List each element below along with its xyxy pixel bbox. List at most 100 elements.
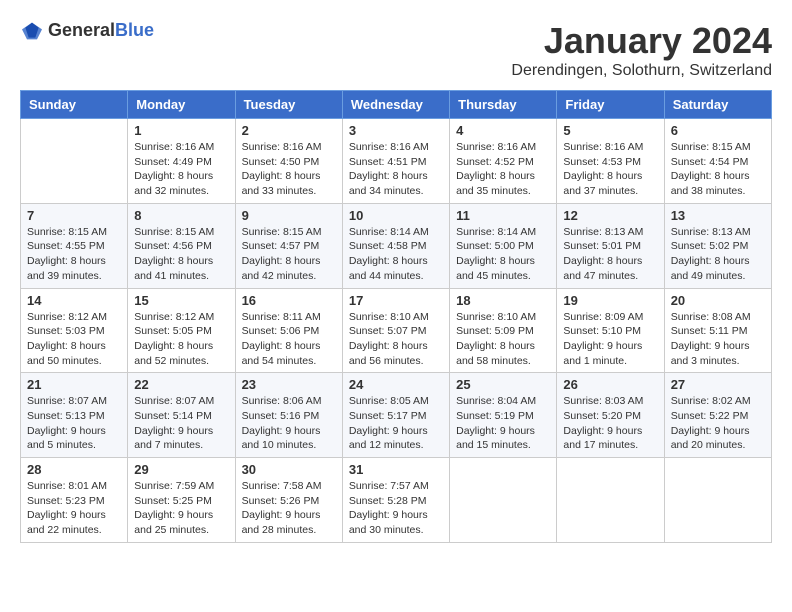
calendar-cell: 2 Sunrise: 8:16 AMSunset: 4:50 PMDaylight… (235, 119, 342, 204)
logo: GeneralBlue (20, 20, 154, 41)
day-number: 9 (242, 208, 336, 223)
day-number: 30 (242, 462, 336, 477)
calendar-cell: 15 Sunrise: 8:12 AMSunset: 5:05 PMDayligh… (128, 288, 235, 373)
calendar-cell: 30 Sunrise: 7:58 AMSunset: 5:26 PMDayligh… (235, 458, 342, 543)
cell-info: Sunrise: 8:15 AMSunset: 4:54 PMDaylight:… (671, 140, 765, 199)
calendar-cell: 19Sunrise: 8:09 AMSunset: 5:10 PMDayligh… (557, 288, 664, 373)
cell-info: Sunrise: 8:03 AMSunset: 5:20 PMDaylight:… (563, 394, 657, 453)
cell-info: Sunrise: 8:05 AMSunset: 5:17 PMDaylight:… (349, 394, 443, 453)
cell-info: Sunrise: 8:12 AMSunset: 5:05 PMDaylight:… (134, 310, 228, 369)
day-header-saturday: Saturday (664, 91, 771, 119)
day-number: 31 (349, 462, 443, 477)
cell-info: Sunrise: 8:14 AMSunset: 5:00 PMDaylight:… (456, 225, 550, 284)
day-number: 4 (456, 123, 550, 138)
cell-info: Sunrise: 7:58 AMSunset: 5:26 PMDaylight:… (242, 479, 336, 538)
day-number: 3 (349, 123, 443, 138)
cell-info: Sunrise: 8:08 AMSunset: 5:11 PMDaylight:… (671, 310, 765, 369)
calendar-cell: 23 Sunrise: 8:06 AMSunset: 5:16 PMDayligh… (235, 373, 342, 458)
calendar-cell: 26 Sunrise: 8:03 AMSunset: 5:20 PMDayligh… (557, 373, 664, 458)
calendar-cell: 6 Sunrise: 8:15 AMSunset: 4:54 PMDaylight… (664, 119, 771, 204)
calendar-cell (450, 458, 557, 543)
day-header-sunday: Sunday (21, 91, 128, 119)
calendar-cell: 17 Sunrise: 8:10 AMSunset: 5:07 PMDayligh… (342, 288, 449, 373)
day-number: 24 (349, 377, 443, 392)
cell-info: Sunrise: 8:15 AMSunset: 4:57 PMDaylight:… (242, 225, 336, 284)
calendar-cell: 7Sunrise: 8:15 AMSunset: 4:55 PMDaylight… (21, 203, 128, 288)
cell-info: Sunrise: 8:09 AMSunset: 5:10 PMDaylight:… (563, 310, 657, 369)
cell-info: Sunrise: 8:01 AMSunset: 5:23 PMDaylight:… (27, 479, 121, 538)
day-number: 16 (242, 293, 336, 308)
day-number: 23 (242, 377, 336, 392)
day-number: 2 (242, 123, 336, 138)
cell-info: Sunrise: 8:10 AMSunset: 5:07 PMDaylight:… (349, 310, 443, 369)
day-header-wednesday: Wednesday (342, 91, 449, 119)
calendar-table: SundayMondayTuesdayWednesdayThursdayFrid… (20, 90, 772, 543)
cell-info: Sunrise: 8:16 AMSunset: 4:53 PMDaylight:… (563, 140, 657, 199)
day-header-thursday: Thursday (450, 91, 557, 119)
day-header-friday: Friday (557, 91, 664, 119)
day-number: 26 (563, 377, 657, 392)
calendar-cell: 27Sunrise: 8:02 AMSunset: 5:22 PMDayligh… (664, 373, 771, 458)
calendar-cell: 8 Sunrise: 8:15 AMSunset: 4:56 PMDaylight… (128, 203, 235, 288)
calendar-cell: 14 Sunrise: 8:12 AMSunset: 5:03 PMDayligh… (21, 288, 128, 373)
calendar-cell: 10 Sunrise: 8:14 AMSunset: 4:58 PMDayligh… (342, 203, 449, 288)
calendar-cell: 20 Sunrise: 8:08 AMSunset: 5:11 PMDayligh… (664, 288, 771, 373)
cell-info: Sunrise: 8:02 AMSunset: 5:22 PMDaylight:… (671, 394, 765, 453)
cell-info: Sunrise: 8:06 AMSunset: 5:16 PMDaylight:… (242, 394, 336, 453)
day-header-tuesday: Tuesday (235, 91, 342, 119)
day-number: 18 (456, 293, 550, 308)
cell-info: Sunrise: 8:16 AMSunset: 4:50 PMDaylight:… (242, 140, 336, 199)
cell-info: Sunrise: 8:15 AMSunset: 4:56 PMDaylight:… (134, 225, 228, 284)
calendar-cell (557, 458, 664, 543)
day-number: 8 (134, 208, 228, 223)
day-number: 7 (27, 208, 121, 223)
day-number: 10 (349, 208, 443, 223)
day-number: 15 (134, 293, 228, 308)
week-row-4: 21 Sunrise: 8:07 AMSunset: 5:13 PMDayligh… (21, 373, 772, 458)
calendar-cell (664, 458, 771, 543)
calendar-cell: 18 Sunrise: 8:10 AMSunset: 5:09 PMDayligh… (450, 288, 557, 373)
logo-blue-text: Blue (115, 20, 154, 40)
day-number: 22 (134, 377, 228, 392)
cell-info: Sunrise: 8:10 AMSunset: 5:09 PMDaylight:… (456, 310, 550, 369)
header: GeneralBlue January 2024 Derendingen, So… (20, 20, 772, 80)
calendar-cell: 25Sunrise: 8:04 AMSunset: 5:19 PMDayligh… (450, 373, 557, 458)
calendar-cell: 29Sunrise: 7:59 AMSunset: 5:25 PMDayligh… (128, 458, 235, 543)
logo-general-text: General (48, 20, 115, 40)
day-number: 25 (456, 377, 550, 392)
calendar-cell: 9 Sunrise: 8:15 AMSunset: 4:57 PMDaylight… (235, 203, 342, 288)
day-number: 14 (27, 293, 121, 308)
cell-info: Sunrise: 8:14 AMSunset: 4:58 PMDaylight:… (349, 225, 443, 284)
calendar-cell: 13Sunrise: 8:13 AMSunset: 5:02 PMDayligh… (664, 203, 771, 288)
cell-info: Sunrise: 8:11 AMSunset: 5:06 PMDaylight:… (242, 310, 336, 369)
day-number: 11 (456, 208, 550, 223)
title-section: January 2024 Derendingen, Solothurn, Swi… (511, 20, 772, 80)
day-number: 29 (134, 462, 228, 477)
calendar-cell: 12Sunrise: 8:13 AMSunset: 5:01 PMDayligh… (557, 203, 664, 288)
cell-info: Sunrise: 7:57 AMSunset: 5:28 PMDaylight:… (349, 479, 443, 538)
day-number: 12 (563, 208, 657, 223)
header-row: SundayMondayTuesdayWednesdayThursdayFrid… (21, 91, 772, 119)
day-number: 6 (671, 123, 765, 138)
day-number: 28 (27, 462, 121, 477)
calendar-cell: 4Sunrise: 8:16 AMSunset: 4:52 PMDaylight… (450, 119, 557, 204)
cell-info: Sunrise: 8:07 AMSunset: 5:13 PMDaylight:… (27, 394, 121, 453)
day-number: 13 (671, 208, 765, 223)
day-number: 1 (134, 123, 228, 138)
day-number: 17 (349, 293, 443, 308)
day-number: 20 (671, 293, 765, 308)
cell-info: Sunrise: 8:16 AMSunset: 4:51 PMDaylight:… (349, 140, 443, 199)
week-row-1: 1Sunrise: 8:16 AMSunset: 4:49 PMDaylight… (21, 119, 772, 204)
day-number: 5 (563, 123, 657, 138)
cell-info: Sunrise: 8:12 AMSunset: 5:03 PMDaylight:… (27, 310, 121, 369)
week-row-3: 14 Sunrise: 8:12 AMSunset: 5:03 PMDayligh… (21, 288, 772, 373)
logo-icon (20, 21, 44, 41)
calendar-cell: 5 Sunrise: 8:16 AMSunset: 4:53 PMDaylight… (557, 119, 664, 204)
location-title: Derendingen, Solothurn, Switzerland (511, 62, 772, 80)
day-number: 21 (27, 377, 121, 392)
calendar-cell: 16 Sunrise: 8:11 AMSunset: 5:06 PMDayligh… (235, 288, 342, 373)
calendar-cell: 1Sunrise: 8:16 AMSunset: 4:49 PMDaylight… (128, 119, 235, 204)
month-title: January 2024 (511, 20, 772, 62)
week-row-2: 7Sunrise: 8:15 AMSunset: 4:55 PMDaylight… (21, 203, 772, 288)
week-row-5: 28 Sunrise: 8:01 AMSunset: 5:23 PMDayligh… (21, 458, 772, 543)
